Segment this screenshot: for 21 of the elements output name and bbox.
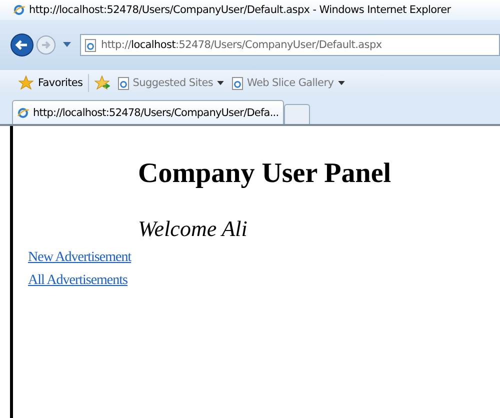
page-link[interactable]: All Advertisements — [28, 273, 128, 289]
page-icon — [85, 38, 96, 52]
browser-tab[interactable]: http://localhost:52478/Users/CompanyUser/Defa... — [12, 100, 284, 124]
history-dropdown-icon[interactable] — [63, 42, 71, 48]
star-icon — [18, 75, 34, 91]
page-icon — [232, 76, 244, 90]
window-title: http://localhost:52478/Users/CompanyUser/Default.aspx - Windows Internet Explorer — [29, 4, 451, 16]
browser-logo-icon — [13, 4, 25, 16]
favorites-link[interactable]: Suggested Sites — [118, 76, 224, 90]
dropdown-caret-icon[interactable] — [217, 80, 224, 86]
page-heading: Company User Panel — [138, 158, 392, 190]
page-link[interactable]: New Advertisement — [28, 250, 132, 266]
address-text: http://localhost:52478/Users/CompanyUser/Default.aspx — [101, 39, 382, 51]
welcome-text: Welcome Ali — [138, 216, 248, 242]
address-field[interactable]: http://localhost:52478/Users/CompanyUser/Default.aspx — [80, 34, 500, 56]
browser-logo-icon — [17, 106, 29, 118]
favorites-button[interactable]: Favorites — [18, 75, 83, 91]
dropdown-caret-icon[interactable] — [338, 80, 345, 86]
add-favorite-icon[interactable] — [94, 75, 110, 91]
favorites-link[interactable]: Web Slice Gallery — [232, 76, 345, 90]
page-icon — [118, 76, 129, 90]
